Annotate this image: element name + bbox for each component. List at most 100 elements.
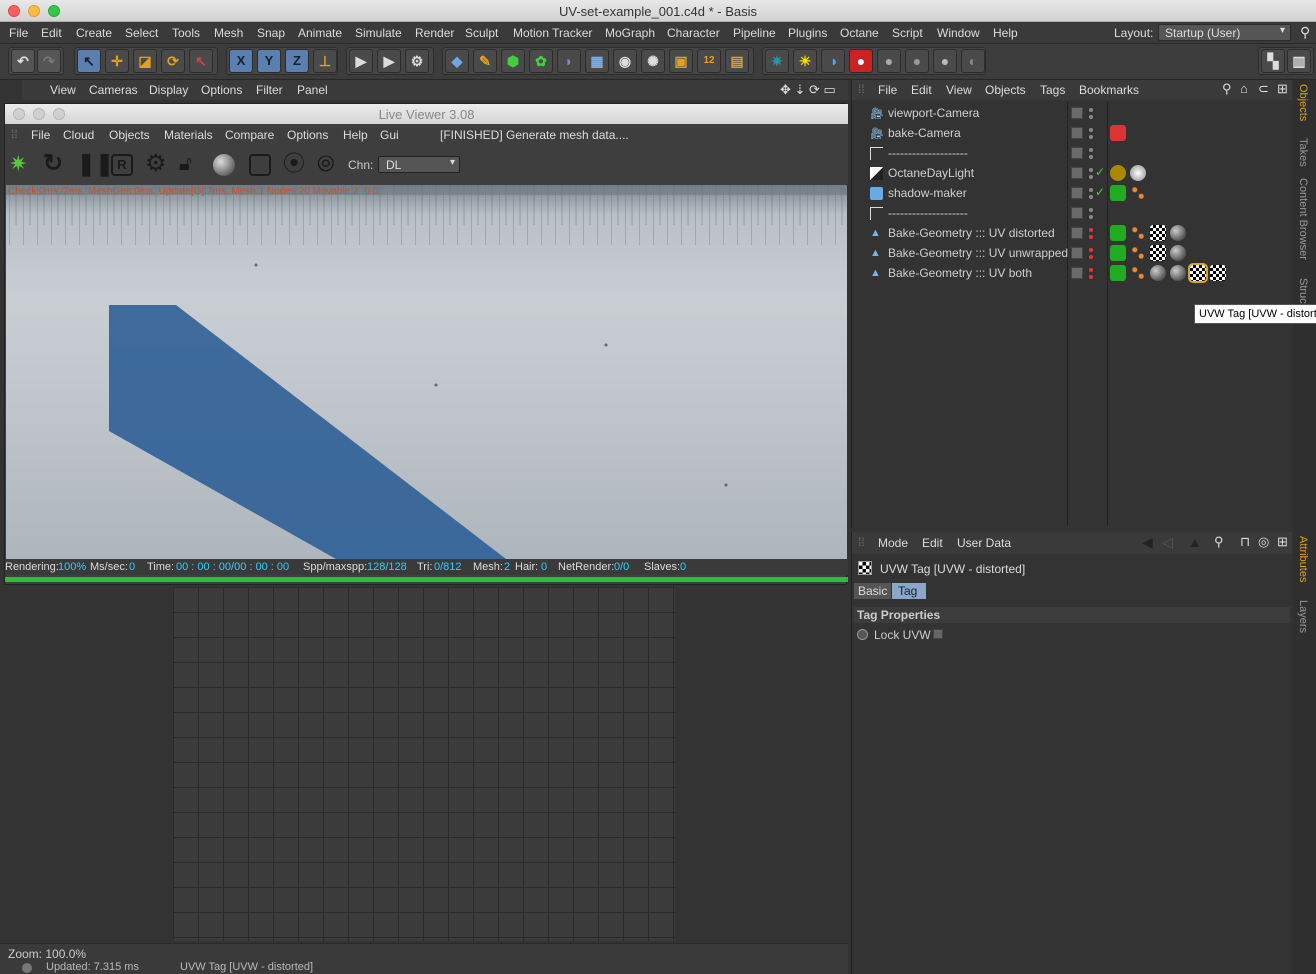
am-menu-edit[interactable]: Edit xyxy=(922,536,943,550)
home-icon[interactable]: ⌂ xyxy=(1240,81,1248,96)
om-menu-edit[interactable]: Edit xyxy=(911,83,932,97)
object-row[interactable]: ▲ Bake-Geometry ::: UV unwrapped xyxy=(852,243,1292,263)
octane-glossy-icon[interactable]: ● xyxy=(905,49,929,73)
object-row[interactable]: ▲ Bake-Geometry ::: UV both xyxy=(852,263,1292,283)
layer-toggle[interactable] xyxy=(1071,147,1083,159)
side-tab-content-browser[interactable]: Content Browser xyxy=(1297,178,1309,260)
save-icon[interactable]: ▣ xyxy=(669,49,693,73)
om-menu-file[interactable]: File xyxy=(878,83,897,97)
enabled-check-icon[interactable]: ✓ xyxy=(1095,185,1105,199)
octane-daylight-icon[interactable]: ☀ xyxy=(793,49,817,73)
octane-material-icon[interactable]: ● xyxy=(877,49,901,73)
lv-menu-materials[interactable]: Materials xyxy=(164,128,213,142)
editor-visibility-dot[interactable] xyxy=(1089,268,1093,272)
lv-menu-options[interactable]: Options xyxy=(287,128,328,142)
editor-visibility-dot[interactable] xyxy=(1089,108,1093,112)
live-select-icon[interactable]: ↖ xyxy=(189,49,213,73)
light-icon[interactable]: ✺ xyxy=(641,49,665,73)
menu-window[interactable]: Window xyxy=(937,26,980,40)
layer-toggle[interactable] xyxy=(1071,207,1083,219)
new-panel-icon[interactable]: ⊞ xyxy=(1277,81,1288,97)
menu-select[interactable]: Select xyxy=(125,26,158,40)
forward-arrow-icon[interactable]: ◁ xyxy=(1162,534,1173,551)
render-visibility-dot[interactable] xyxy=(1089,135,1093,139)
deformer-icon[interactable]: ◗ xyxy=(557,49,581,73)
editor-visibility-dot[interactable] xyxy=(1089,208,1093,212)
checker-icon[interactable]: ▚ xyxy=(1261,49,1285,73)
lv-menu-cloud[interactable]: Cloud xyxy=(63,128,94,142)
layer-toggle[interactable] xyxy=(1071,247,1083,259)
phong-tag-icon[interactable] xyxy=(1110,265,1126,281)
frame-icon[interactable]: 12 xyxy=(697,49,721,73)
render-visibility-dot[interactable] xyxy=(1089,255,1093,259)
viewport-menu-filter[interactable]: Filter xyxy=(256,83,283,97)
uv-editor-grid[interactable] xyxy=(173,587,675,941)
new-panel-icon[interactable]: ⊞ xyxy=(1277,534,1288,550)
editor-visibility-dot[interactable] xyxy=(1089,168,1093,172)
menu-mesh[interactable]: Mesh xyxy=(214,26,243,40)
om-menu-bookmarks[interactable]: Bookmarks xyxy=(1079,83,1139,97)
render-view-icon[interactable]: ▶ xyxy=(349,49,373,73)
menu-edit[interactable]: Edit xyxy=(41,26,62,40)
menu-motion-tracker[interactable]: Motion Tracker xyxy=(513,26,592,40)
phong-tag-icon[interactable] xyxy=(1110,225,1126,241)
octane-specular-icon[interactable]: ● xyxy=(933,49,957,73)
layer-toggle[interactable] xyxy=(1071,127,1083,139)
pen-icon[interactable]: ✎ xyxy=(473,49,497,73)
x-axis-icon[interactable]: X xyxy=(229,49,253,73)
menu-pipeline[interactable]: Pipeline xyxy=(733,26,776,40)
search-icon[interactable]: ⚲ xyxy=(1300,24,1310,41)
tab-tag[interactable]: Tag xyxy=(892,583,926,599)
rotate-icon[interactable]: ⟳ xyxy=(161,49,185,73)
render-visibility-dot[interactable] xyxy=(1089,235,1093,239)
object-row[interactable]: 🎥︎ bake-Camera xyxy=(852,123,1292,143)
octane-camera-icon[interactable]: ● xyxy=(849,49,873,73)
object-row[interactable]: shadow-maker ✓ xyxy=(852,183,1292,203)
menu-animate[interactable]: Animate xyxy=(298,26,342,40)
menu-file[interactable]: File xyxy=(9,26,28,40)
menu-simulate[interactable]: Simulate xyxy=(355,26,402,40)
side-tab-layers[interactable]: Layers xyxy=(1297,600,1309,633)
y-axis-icon[interactable]: Y xyxy=(257,49,281,73)
search-icon[interactable]: ⚲ xyxy=(1222,81,1232,97)
floor-icon[interactable]: ▦ xyxy=(585,49,609,73)
uvw-tag-icon[interactable] xyxy=(1210,265,1226,281)
search-icon[interactable]: ⚲ xyxy=(1214,534,1224,550)
octane-mix-icon[interactable]: ◐ xyxy=(961,49,985,73)
menu-snap[interactable]: Snap xyxy=(257,26,285,40)
frame-toggle-icon[interactable] xyxy=(249,154,271,176)
link-icon[interactable]: ⊂ xyxy=(1258,81,1269,97)
viewport-menu-options[interactable]: Options xyxy=(201,83,242,97)
animate-radio[interactable] xyxy=(857,629,868,640)
coordinate-system-icon[interactable]: ⊥ xyxy=(313,49,337,73)
focus-pick-icon[interactable]: ⦿ xyxy=(283,153,305,176)
object-tag-icon[interactable] xyxy=(1130,185,1146,201)
target-icon[interactable]: ◎ xyxy=(1258,534,1269,550)
material-tag-icon[interactable] xyxy=(1170,265,1186,281)
uvw-tag-icon[interactable] xyxy=(1150,225,1166,241)
editor-visibility-dot[interactable] xyxy=(1089,128,1093,132)
uvw-tag-icon[interactable] xyxy=(1150,245,1166,261)
channel-select[interactable]: DL ▾ xyxy=(378,156,460,173)
material-pick-icon[interactable]: ⦾ xyxy=(317,153,339,176)
render-region-icon[interactable]: ▤ xyxy=(725,49,749,73)
lock-icon[interactable]: 🔓︎ xyxy=(179,154,201,176)
layout-icon[interactable]: ▥ xyxy=(1287,49,1311,73)
lv-menu-help[interactable]: Help xyxy=(343,128,368,142)
viewport-menu-view[interactable]: View xyxy=(50,83,76,97)
viewport-menu-display[interactable]: Display xyxy=(149,83,188,97)
phong-tag-icon[interactable] xyxy=(1110,245,1126,261)
layer-toggle[interactable] xyxy=(1071,187,1083,199)
move-select-icon[interactable]: ↖ xyxy=(77,49,101,73)
render-visibility-dot[interactable] xyxy=(1089,155,1093,159)
object-row[interactable]: OctaneDayLight ✓ xyxy=(852,163,1292,183)
object-tag-icon[interactable] xyxy=(1130,265,1146,281)
editor-visibility-dot[interactable] xyxy=(1089,148,1093,152)
lv-menu-gui[interactable]: Gui xyxy=(380,128,399,142)
menu-tools[interactable]: Tools xyxy=(172,26,200,40)
am-menu-user-data[interactable]: User Data xyxy=(957,536,1011,550)
om-menu-tags[interactable]: Tags xyxy=(1040,83,1065,97)
editor-visibility-dot[interactable] xyxy=(1089,188,1093,192)
menu-render[interactable]: Render xyxy=(415,26,454,40)
material-preview-icon[interactable] xyxy=(213,154,235,176)
